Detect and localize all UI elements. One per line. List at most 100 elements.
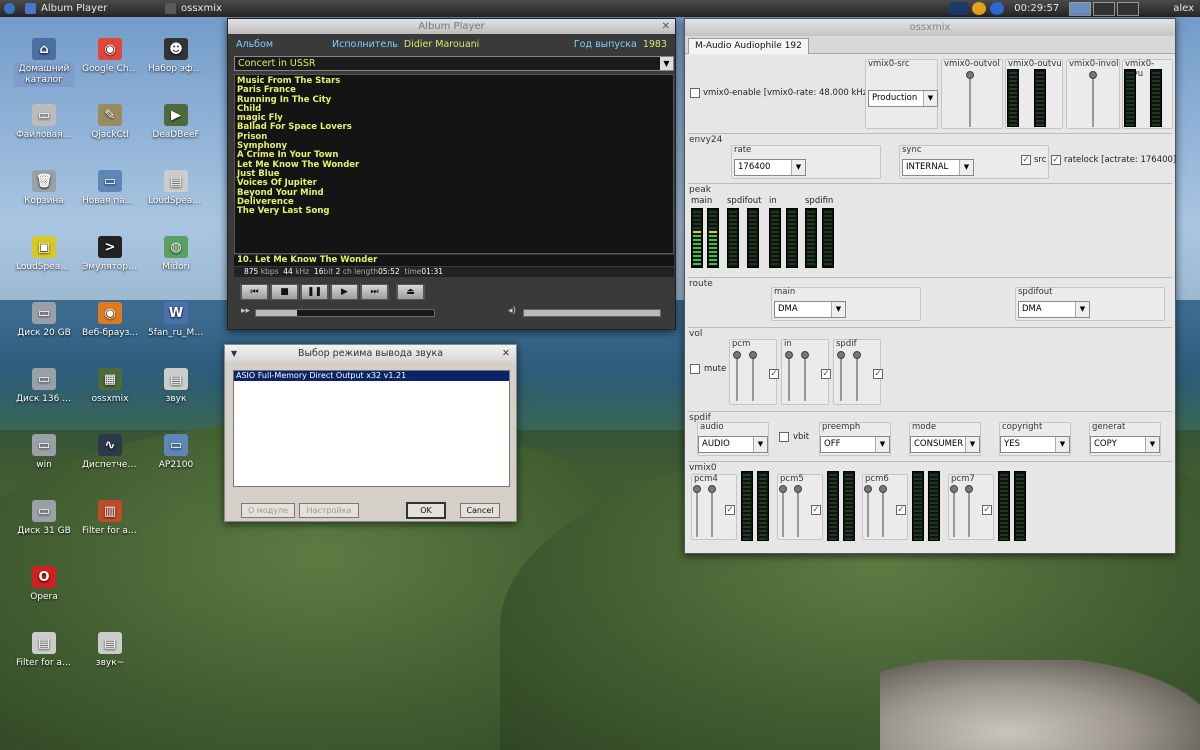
volume-slider[interactable] [837, 351, 845, 401]
network-tray-icon[interactable] [950, 2, 969, 15]
desktop-icon[interactable]: ▭ Диск 20 GB [14, 302, 74, 340]
chevron-down-icon[interactable]: ▼ [791, 160, 805, 175]
desktop-icon[interactable]: ▤ звук~ [80, 632, 140, 670]
track-list[interactable]: Music From The Stars Paris France Running … [234, 74, 674, 254]
slider-knob[interactable] [837, 351, 845, 359]
desktop-icon[interactable]: O Opera [14, 566, 74, 604]
volume-slider[interactable] [794, 485, 802, 537]
desktop-icon[interactable]: ⌂ Домашний каталог [14, 38, 74, 87]
desktop-icon[interactable]: ▭ Диск 31 GB [14, 500, 74, 538]
desktop-icon[interactable]: ◉ Google Chr... [80, 38, 140, 76]
chevron-down-icon[interactable]: ▼ [959, 160, 973, 175]
desktop-icon[interactable]: ∿ Диспетчер... [80, 434, 140, 472]
slider-knob[interactable] [1089, 71, 1097, 79]
desktop-1[interactable] [1069, 1, 1092, 16]
volume-slider[interactable] [1089, 71, 1097, 127]
previous-button[interactable]: ⏮ [240, 284, 269, 300]
album-player-titlebar[interactable]: Album Player ✕ [228, 19, 675, 34]
track-item[interactable]: Let Me Know The Wonder [237, 160, 671, 170]
vbit-checkbox[interactable] [779, 432, 789, 442]
desktop-icon[interactable]: ✎ QjackCtl [80, 104, 140, 142]
desktop-icon[interactable]: ▭ Новая папка [80, 170, 140, 208]
taskbar-item-ossxmix[interactable]: ossxmix [159, 0, 228, 17]
chevron-down-icon[interactable]: ▼ [923, 91, 937, 106]
info-tray-icon[interactable] [990, 2, 1005, 15]
track-item[interactable]: Ballad For Space Lovers [237, 123, 671, 133]
user-name[interactable]: alex [1173, 3, 1194, 14]
desktop-icon[interactable]: ▦ ossxmix [80, 368, 140, 406]
volume-slider[interactable] [708, 485, 716, 537]
track-item[interactable]: Music From The Stars [237, 76, 671, 86]
list-item[interactable]: ASIO Full-Memory Direct Output x32 v1.21 [234, 371, 509, 381]
rate-select[interactable]: 176400 ▼ [734, 159, 806, 176]
next-button[interactable]: ⏭ [360, 284, 389, 300]
seek-bar[interactable] [255, 309, 435, 317]
update-tray-icon[interactable] [972, 2, 987, 15]
track-item[interactable]: Child [237, 104, 671, 114]
desktop-icon[interactable]: ▶ DeaDBeeF [146, 104, 206, 142]
volume-slider[interactable] [966, 71, 974, 127]
chevron-down-icon[interactable]: ▼ [875, 437, 889, 452]
slider-knob[interactable] [779, 485, 787, 493]
desktop-icon[interactable]: ▤ звук [146, 368, 206, 406]
play-button[interactable]: ▶ [330, 284, 359, 300]
preemph-select[interactable]: OFF ▼ [820, 436, 890, 453]
volume-slider[interactable] [801, 351, 809, 401]
slider-knob[interactable] [864, 485, 872, 493]
generat-select[interactable]: COPY ▼ [1090, 436, 1160, 453]
slider-knob[interactable] [853, 351, 861, 359]
chevron-down-icon[interactable]: ▼ [1145, 437, 1159, 452]
copyright-select[interactable]: YES ▼ [1000, 436, 1070, 453]
clock[interactable]: 00:29:57 [1014, 3, 1059, 14]
desktop-icon[interactable]: > Эмулятор ... [80, 236, 140, 274]
mode-select[interactable]: CONSUMER ▼ [910, 436, 980, 453]
desktop-icon[interactable]: ▤ LoudSpeak... [146, 170, 206, 208]
link-checkbox[interactable]: ✓ [811, 505, 821, 515]
output-list[interactable]: ASIO Full-Memory Direct Output x32 v1.21 [233, 370, 510, 487]
slider-knob[interactable] [950, 485, 958, 493]
stop-button[interactable]: ■ [270, 284, 299, 300]
eject-button[interactable]: ⏏ [396, 284, 425, 300]
desktop-icon[interactable]: ▥ Filter for ac... [80, 500, 140, 538]
slider-knob[interactable] [693, 485, 701, 493]
ossxmix-titlebar[interactable]: ossxmix [685, 19, 1175, 36]
link-checkbox[interactable]: ✓ [769, 369, 779, 379]
chevron-down-icon[interactable]: ▼ [831, 302, 845, 317]
desktop-icon[interactable]: ☻ Набор эфф... [146, 38, 206, 76]
dialog-titlebar[interactable]: ▼ Выбор режима вывода звука ✕ [225, 345, 516, 362]
ok-button[interactable]: OK [406, 502, 446, 519]
vmix-enable-checkbox[interactable] [690, 88, 700, 98]
volume-slider[interactable] [853, 351, 861, 401]
link-checkbox[interactable]: ✓ [725, 505, 735, 515]
route-main-select[interactable]: DMA ▼ [774, 301, 846, 318]
volume-slider[interactable] [864, 485, 872, 537]
volume-slider[interactable] [523, 309, 661, 317]
desktop-icon[interactable]: 🗑 Корзина [14, 170, 74, 208]
close-icon[interactable]: ✕ [502, 345, 510, 362]
tab-audiophile[interactable]: M-Audio Audiophile 192 [688, 38, 809, 54]
slider-knob[interactable] [966, 71, 974, 79]
desktop-icon[interactable]: ▭ Диск 136 GB [14, 368, 74, 406]
desktop-icon[interactable]: ▤ Filter for ac... [14, 632, 74, 670]
desktop-icon[interactable]: ◍ Midori [146, 236, 206, 274]
link-checkbox[interactable]: ✓ [873, 369, 883, 379]
link-checkbox[interactable]: ✓ [821, 369, 831, 379]
volume-slider[interactable] [879, 485, 887, 537]
volume-slider[interactable] [785, 351, 793, 401]
slider-knob[interactable] [708, 485, 716, 493]
volume-slider[interactable] [749, 351, 757, 401]
close-icon[interactable]: ✕ [662, 19, 670, 34]
window-menu-icon[interactable]: ▼ [231, 345, 237, 362]
desktop-icon[interactable]: ▣ LoudSpeak... [14, 236, 74, 274]
slider-knob[interactable] [801, 351, 809, 359]
ratelock-checkbox[interactable]: ✓ [1051, 155, 1061, 165]
chevron-down-icon[interactable]: ▼ [660, 57, 673, 70]
slider-knob[interactable] [733, 351, 741, 359]
volume-slider[interactable] [733, 351, 741, 401]
audio-select[interactable]: AUDIO ▼ [698, 436, 768, 453]
track-item[interactable]: Beyond Your Mind [237, 188, 671, 198]
track-item[interactable]: Prison [237, 132, 671, 142]
desktop-icon[interactable]: ▭ AP2100 [146, 434, 206, 472]
src-checkbox[interactable]: ✓ [1021, 155, 1031, 165]
chevron-down-icon[interactable]: ▼ [1075, 302, 1089, 317]
